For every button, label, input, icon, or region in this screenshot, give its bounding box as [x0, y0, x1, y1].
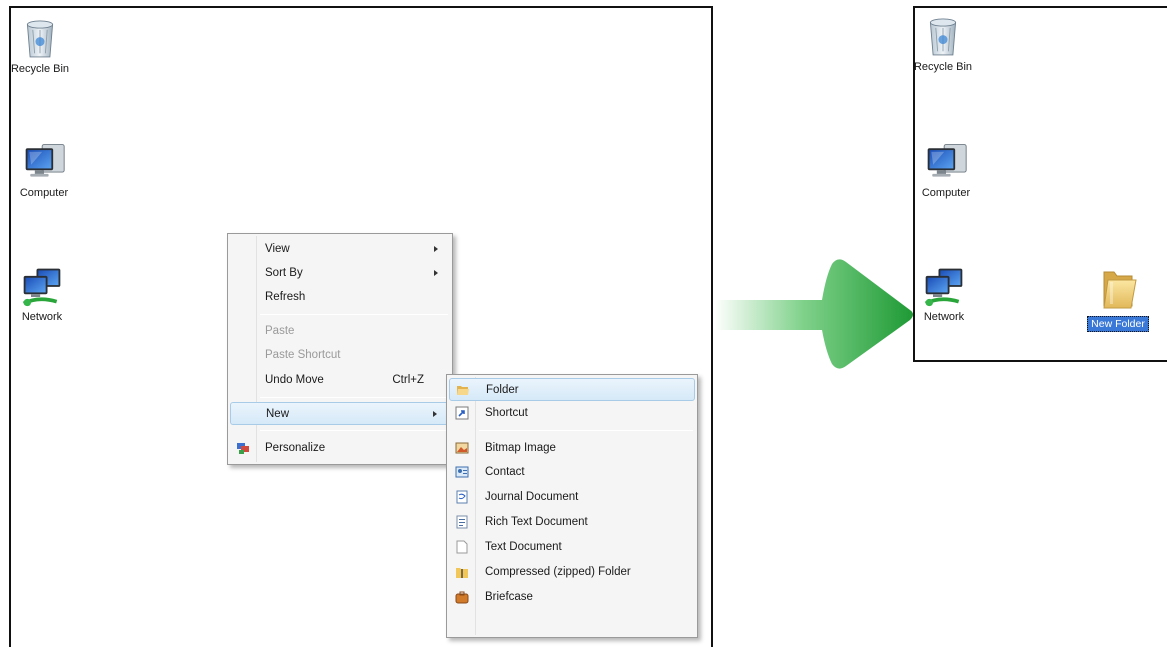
menu-item-shortcut: Ctrl+Z — [392, 374, 424, 386]
desktop-icon-network[interactable]: Network — [0, 264, 85, 323]
new-submenu: Folder Shortcut Bitmap Image Contact Jou… — [446, 374, 698, 638]
folder-icon — [457, 386, 469, 395]
menu-separator — [479, 430, 693, 431]
rich-text-document-icon — [456, 515, 468, 529]
menu-item-label: Paste Shortcut — [265, 349, 341, 361]
text-document-icon — [456, 540, 468, 554]
menu-item-label: Journal Document — [485, 491, 579, 503]
menu-item-contact[interactable]: Contact — [449, 461, 695, 484]
briefcase-icon — [455, 591, 469, 604]
menu-item-label: Rich Text Document — [485, 516, 588, 528]
menu-item-paste-shortcut: Paste Shortcut — [230, 344, 450, 367]
menu-item-compressed-folder[interactable]: Compressed (zipped) Folder — [449, 561, 695, 584]
menu-item-new[interactable]: New — [230, 402, 450, 425]
desktop-icon-label: Network — [21, 311, 63, 323]
desktop-context-menu: View Sort By Refresh Paste Paste Shortcu… — [227, 233, 453, 465]
menu-item-label: Text Document — [485, 541, 562, 553]
menu-item-label: Contact — [485, 466, 525, 478]
menu-item-label: Bitmap Image — [485, 442, 556, 454]
bitmap-image-icon — [455, 442, 469, 454]
submenu-arrow-icon — [434, 270, 438, 276]
menu-item-bitmap-image[interactable]: Bitmap Image — [449, 437, 695, 460]
menu-item-paste: Paste — [230, 320, 450, 343]
menu-item-label: Shortcut — [485, 407, 528, 419]
desktop-icon-recycle-bin[interactable]: Recycle Bin — [900, 14, 986, 73]
desktop-icon-label: Computer — [19, 187, 69, 199]
desktop-icon-label: Recycle Bin — [913, 61, 973, 73]
menu-item-text-document[interactable]: Text Document — [449, 536, 695, 559]
new-folder-name-input[interactable]: New Folder — [1087, 316, 1149, 332]
personalize-icon — [237, 443, 249, 454]
menu-item-label: New — [266, 408, 290, 420]
menu-item-label: Paste — [265, 325, 295, 337]
desktop-icon-network[interactable]: Network — [901, 264, 987, 323]
desktop-icon-computer[interactable]: Computer — [1, 140, 87, 199]
submenu-arrow-icon — [434, 246, 438, 252]
menu-item-briefcase[interactable]: Briefcase — [449, 586, 695, 609]
menu-item-journal-document[interactable]: Journal Document — [449, 486, 695, 509]
journal-document-icon — [456, 490, 468, 504]
desktop-icon-label: Recycle Bin — [10, 63, 70, 75]
menu-item-rich-text-document[interactable]: Rich Text Document — [449, 511, 695, 534]
menu-item-label: Compressed (zipped) Folder — [485, 566, 631, 578]
desktop-icon-new-folder[interactable]: New Folder — [1075, 266, 1161, 332]
desktop-icon-label: Network — [923, 311, 965, 323]
menu-separator — [260, 397, 448, 398]
computer-icon — [924, 140, 968, 184]
menu-item-sort-by[interactable]: Sort By — [230, 262, 450, 285]
menu-item-undo-move[interactable]: Undo Move Ctrl+Z — [230, 369, 450, 392]
shortcut-icon — [455, 406, 469, 420]
menu-separator — [260, 314, 448, 315]
menu-item-label: Undo Move — [265, 374, 324, 386]
menu-item-label: Briefcase — [485, 591, 533, 603]
menu-item-label: Personalize — [265, 442, 326, 454]
transition-arrow-icon — [714, 259, 913, 369]
recycle-bin-icon — [925, 14, 961, 58]
menu-item-label: Sort By — [265, 267, 303, 279]
desktop-icon-label: Computer — [921, 187, 971, 199]
folder-icon — [1098, 266, 1138, 312]
computer-icon — [22, 140, 66, 184]
desktop-icon-computer[interactable]: Computer — [903, 140, 989, 199]
menu-item-shortcut[interactable]: Shortcut — [449, 402, 695, 425]
submenu-arrow-icon — [433, 411, 437, 417]
zipped-folder-icon — [456, 568, 468, 578]
menu-item-folder[interactable]: Folder — [449, 378, 695, 401]
desktop-after[interactable]: Recycle Bin Computer Network New Folder — [913, 6, 1167, 362]
menu-item-label: Refresh — [265, 291, 306, 303]
menu-item-label: View — [265, 243, 290, 255]
menu-separator — [260, 430, 448, 431]
network-icon — [922, 264, 966, 308]
desktop-icon-recycle-bin[interactable]: Recycle Bin — [0, 16, 83, 75]
menu-item-label: Folder — [486, 384, 519, 396]
recycle-bin-icon — [22, 16, 58, 60]
contact-icon — [455, 466, 469, 478]
menu-item-view[interactable]: View — [230, 238, 450, 261]
menu-item-refresh[interactable]: Refresh — [230, 286, 450, 309]
menu-item-personalize[interactable]: Personalize — [230, 437, 450, 460]
network-icon — [20, 264, 64, 308]
